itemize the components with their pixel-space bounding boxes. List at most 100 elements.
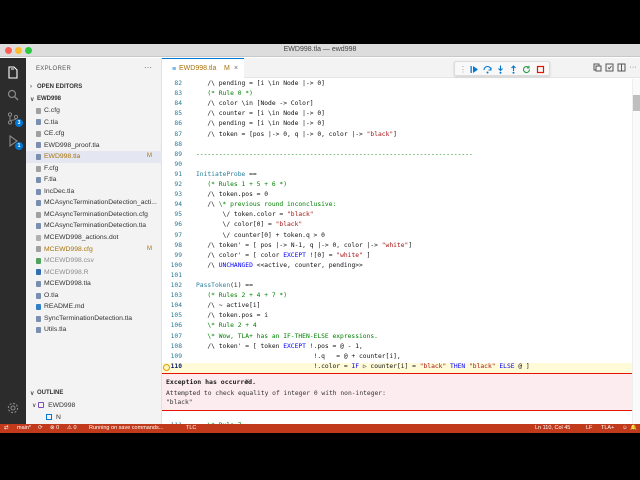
file-item[interactable]: MCAsyncTerminationDetection.tla	[26, 220, 162, 232]
end-of-line[interactable]: LF	[586, 425, 592, 431]
file-item[interactable]: F.cfg	[26, 163, 162, 175]
code-line[interactable]: 102 PassToken(i) ==	[162, 282, 632, 292]
debug-current-line-icon[interactable]	[163, 363, 170, 371]
code-line[interactable]: 90	[162, 161, 632, 171]
line-number: 82	[174, 80, 182, 87]
code-line[interactable]: 83 (* Rule 0 *)	[162, 90, 632, 100]
scrollbar[interactable]	[632, 79, 640, 424]
code-line[interactable]: 94 /\ \* previous round inconclusive:	[162, 201, 632, 211]
file-item[interactable]: F.tla	[26, 174, 162, 186]
file-item[interactable]: CE.cfg	[26, 128, 162, 140]
file-item[interactable]: MCEWD998.cfg M	[26, 244, 162, 256]
code-line[interactable]: 109 !.q = @ + counter[i],	[162, 353, 632, 363]
file-item[interactable]: MCEWD998_actions.dot	[26, 232, 162, 244]
folder-section[interactable]: ∨ EWD998	[26, 94, 162, 105]
git-branch[interactable]: main*	[17, 425, 31, 431]
line-number: 93	[174, 191, 182, 199]
outline-item[interactable]: N	[26, 412, 162, 424]
code-line[interactable]: 93 /\ token.pos = 0	[162, 191, 632, 201]
code-line[interactable]: 105 /\ token.pos = i	[162, 312, 632, 322]
file-item[interactable]: MCEWD998.R	[26, 267, 162, 279]
restart-icon[interactable]	[521, 64, 531, 74]
file-item[interactable]: MCEWD998.tla	[26, 278, 162, 290]
drag-handle-icon[interactable]: ⋮	[458, 64, 468, 74]
tlc-status[interactable]: TLC	[186, 425, 196, 431]
code-line[interactable]: 100 /\ UNCHANGED <<active, counter, pend…	[162, 262, 632, 272]
code-line[interactable]: 82 /\ pending = [i \in Node |-> 0]	[162, 80, 632, 90]
notifications-bell-icon[interactable]: 🔔	[630, 425, 637, 431]
settings-gear-icon[interactable]	[4, 400, 22, 416]
line-number: 101	[170, 271, 182, 279]
code-editor[interactable]: 82 /\ pending = [i \in Node |-> 0] 83 (* …	[162, 79, 632, 433]
file-item[interactable]: README.md	[26, 301, 162, 313]
feedback-icon[interactable]: ☺	[622, 425, 628, 431]
file-item[interactable]: MCAsyncTerminationDetection.cfg	[26, 209, 162, 221]
exception-close-icon[interactable]: ×	[245, 377, 249, 385]
file-item[interactable]: O.tla	[26, 290, 162, 302]
open-editors-section[interactable]: › OPEN EDITORS	[26, 82, 162, 93]
remote-indicator-icon[interactable]: ⇄	[4, 425, 9, 431]
code-line[interactable]: 85 /\ counter = [i \in Node |-> 0]	[162, 110, 632, 120]
activity-bar: 3 1	[0, 58, 26, 424]
run-debug-icon[interactable]: 1	[4, 133, 23, 150]
code-line[interactable]: 103 (* Rules 2 + 4 + 7 *)	[162, 292, 632, 302]
code-line[interactable]: 99 /\ color' = [ color EXCEPT ![0] = "wh…	[162, 252, 632, 262]
code-line[interactable]: 88	[162, 141, 632, 151]
code-line[interactable]: 96 \/ color[0] = "black"	[162, 221, 632, 231]
outline-item[interactable]: ∨ EWD998	[26, 400, 162, 412]
code-line[interactable]: 95 \/ token.color = "black"	[162, 211, 632, 221]
code-line[interactable]: 89 --------------------------------------…	[162, 151, 632, 161]
exception-widget: Exception has occurred. × Attempted to che…	[162, 372, 632, 411]
sync-icon[interactable]: ⟳	[38, 425, 43, 431]
source-control-icon[interactable]: 3	[4, 110, 23, 127]
tab-close-icon[interactable]: ×	[234, 65, 238, 72]
code-line[interactable]: 97 \/ counter[0] + token.q > 0	[162, 232, 632, 242]
code-line[interactable]: 108 /\ token' = [ token EXCEPT !.pos = @…	[162, 343, 632, 353]
open-changes-icon[interactable]	[592, 62, 602, 73]
code-line[interactable]: 98 /\ token' = [ pos |-> N-1, q |-> 0, c…	[162, 242, 632, 252]
code-token: \* previous round inconclusive:	[218, 201, 337, 209]
more-actions-icon[interactable]: ···	[144, 63, 152, 72]
split-editor-icon[interactable]	[616, 62, 626, 73]
file-item[interactable]: Utils.tla	[26, 324, 162, 336]
language-mode[interactable]: TLA+	[601, 425, 614, 431]
continue-icon[interactable]	[469, 64, 479, 74]
line-number: 85	[174, 110, 182, 118]
code-token: (* Rule 0 *)	[207, 90, 253, 98]
more-editor-actions-icon[interactable]: ···	[628, 62, 638, 73]
file-item[interactable]: MCEWD998.csv	[26, 255, 162, 267]
scrollbar-thumb[interactable]	[633, 95, 640, 111]
outline-section[interactable]: ∨ OUTLINE	[26, 388, 162, 399]
current-code-line[interactable]: 110 !.color = IF ▷ counter[i] = "black" …	[162, 362, 632, 373]
file-item[interactable]: IncDec.tla	[26, 186, 162, 198]
step-into-icon[interactable]	[495, 64, 505, 74]
code-token: /\ token' = [ token	[196, 342, 284, 350]
code-line[interactable]: 86 /\ pending = [i \in Node |-> 0]	[162, 120, 632, 130]
code-line[interactable]: 106 \* Rule 2 + 4	[162, 322, 632, 332]
editor-area: ≡ EWD998.tla M × ⋮ ··· 82 /\ pending = […	[162, 58, 640, 433]
step-over-icon[interactable]	[482, 64, 492, 74]
warning-count[interactable]: ⚠ 0	[67, 425, 77, 431]
error-count[interactable]: ⊗ 0	[50, 425, 59, 431]
code-line[interactable]: 92 (* Rules 1 + 5 + 6 *)	[162, 181, 632, 191]
file-item[interactable]: SyncTerminationDetection.tla	[26, 313, 162, 325]
code-line[interactable]: 104 /\ ~ active[i]	[162, 302, 632, 312]
stop-icon[interactable]	[535, 64, 545, 74]
search-icon[interactable]	[4, 87, 22, 103]
file-item[interactable]: C.tla	[26, 117, 162, 129]
code-line[interactable]: 84 /\ color \in [Node -> Color]	[162, 100, 632, 110]
tla-check-icon[interactable]	[604, 62, 614, 73]
tla-file-icon	[36, 327, 41, 334]
code-line[interactable]: 101	[162, 272, 632, 282]
step-out-icon[interactable]	[508, 64, 518, 74]
code-line[interactable]: 91 InitiateProbe ==	[162, 171, 632, 181]
file-item[interactable]: EWD998_proof.tla	[26, 140, 162, 152]
file-item[interactable]: MCAsyncTerminationDetection_acti...	[26, 197, 162, 209]
file-item[interactable]: C.cfg	[26, 105, 162, 117]
cursor-position[interactable]: Ln 110, Col 45	[535, 425, 570, 431]
code-line[interactable]: 87 /\ token = [pos |-> 0, q |-> 0, color…	[162, 131, 632, 141]
file-item[interactable]: EWD998.tla M	[26, 151, 162, 163]
files-icon[interactable]	[4, 64, 22, 80]
tab-ewd998-tla[interactable]: ≡ EWD998.tla M ×	[162, 58, 244, 78]
code-line[interactable]: 107 \* Wow, TLA+ has an IF-THEN-ELSE exp…	[162, 333, 632, 343]
